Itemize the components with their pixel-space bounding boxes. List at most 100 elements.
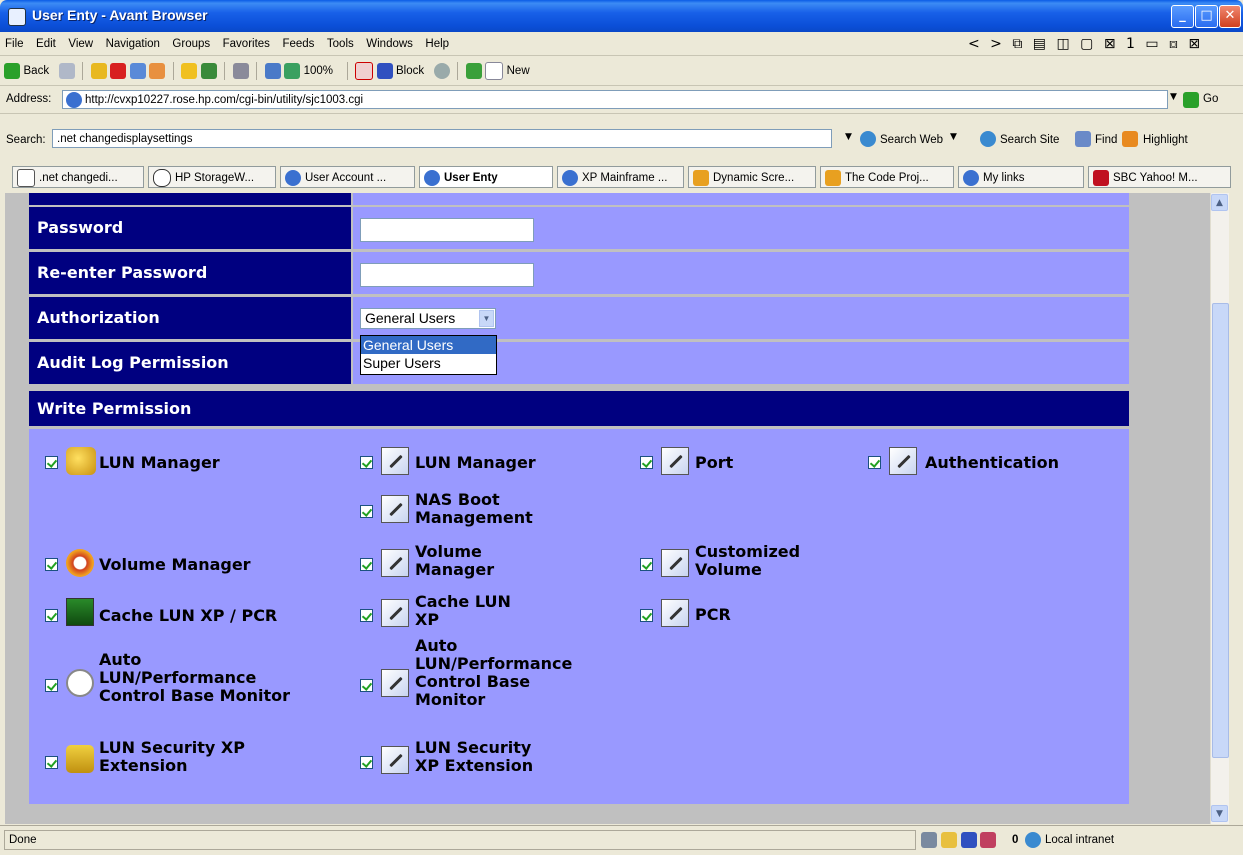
flash-icon[interactable] [465, 63, 482, 79]
wand-icon [381, 447, 409, 475]
favorites-star-icon[interactable] [181, 63, 198, 79]
checkbox-pcr[interactable] [640, 609, 653, 622]
popup-block-icon[interactable] [355, 62, 373, 80]
page-icon[interactable] [264, 63, 281, 79]
search-web-icon[interactable] [860, 131, 876, 147]
status-text: Done [4, 830, 916, 850]
chevron-down-icon[interactable]: ▼ [479, 310, 494, 327]
toolbar-separator [457, 62, 459, 80]
new-button[interactable]: New [507, 56, 530, 86]
address-bar: Address: http://cvxp10227.rose.hp.com/cg… [0, 87, 1243, 114]
previous-row-value [353, 193, 1129, 205]
option-general-users[interactable]: General Users [361, 336, 496, 354]
refresh-icon[interactable] [129, 63, 146, 79]
checkbox-lun-security[interactable] [45, 756, 58, 769]
search-web-dropdown-icon[interactable]: ▼ [950, 132, 957, 142]
option-super-users[interactable]: Super Users [361, 354, 496, 372]
up-arrow-icon[interactable] [90, 63, 107, 79]
tab-xp-mainframe[interactable]: XP Mainframe ... [557, 166, 684, 188]
scroll-down-arrow-icon[interactable]: ▼ [1211, 805, 1228, 822]
password-input[interactable] [360, 218, 534, 242]
tab-code-project[interactable]: The Code Proj... [820, 166, 954, 188]
auto-lun-gauge-icon [66, 669, 94, 697]
scroll-up-arrow-icon[interactable]: ▲ [1211, 194, 1228, 211]
checkbox-customized-volume[interactable] [640, 558, 653, 571]
checkbox-lun-security-2[interactable] [360, 756, 373, 769]
back-button[interactable]: Back [24, 56, 50, 86]
checkbox-lun-manager-2[interactable] [360, 456, 373, 469]
popup-blocker-icon[interactable] [961, 832, 977, 848]
menu-windows[interactable]: Windows [366, 33, 413, 55]
print-icon[interactable] [232, 63, 249, 79]
search-web-button[interactable]: Search Web [880, 134, 943, 146]
perm-volume-manager-2: Volume Manager [415, 542, 495, 579]
reenter-password-input[interactable] [360, 263, 534, 287]
authorization-select[interactable]: General Users ▼ [360, 308, 496, 329]
highlight-icon[interactable] [1122, 131, 1138, 147]
history-icon[interactable] [200, 63, 217, 79]
home-icon[interactable] [149, 63, 166, 79]
search-dropdown-icon[interactable]: ▼ [845, 132, 852, 142]
checkbox-cache-lun-xp[interactable] [360, 609, 373, 622]
menu-edit[interactable]: Edit [36, 33, 56, 55]
forward-arrow-icon[interactable] [58, 63, 75, 79]
highlight-button[interactable]: Highlight [1143, 134, 1188, 146]
search-input[interactable]: .net changedisplaysettings [52, 129, 832, 148]
menu-view[interactable]: View [68, 33, 93, 55]
menu-favorites[interactable]: Favorites [223, 33, 270, 55]
checkbox-lun-manager[interactable] [45, 456, 58, 469]
menu-navigation[interactable]: Navigation [106, 33, 160, 55]
back-arrow-icon[interactable] [4, 63, 20, 79]
block-button[interactable]: Block [396, 56, 424, 86]
search-site-icon[interactable] [980, 131, 996, 147]
go-arrow-icon[interactable] [1183, 92, 1199, 108]
address-label: Address: [6, 93, 52, 105]
checkbox-auto-lun-monitor-2[interactable] [360, 679, 373, 692]
menu-feeds[interactable]: Feeds [282, 33, 314, 55]
ie-page-icon [66, 92, 82, 108]
ad-blocker-icon[interactable] [980, 832, 996, 848]
address-input[interactable]: http://cvxp10227.rose.hp.com/cgi-bin/uti… [62, 90, 1168, 109]
address-dropdown-icon[interactable]: ▼ [1170, 92, 1177, 102]
window-layout-icons[interactable]: < > ⧉ ▤ ◫ ▢ ⊠ 1 ▭ ⧈ ⊠ [968, 33, 1203, 55]
tab-user-enty[interactable]: User Enty [419, 166, 553, 188]
checkbox-nas-boot[interactable] [360, 505, 373, 518]
network-icon[interactable] [921, 832, 937, 848]
find-icon[interactable] [1075, 131, 1091, 147]
vertical-scrollbar[interactable]: ▲ ▼ [1210, 193, 1229, 824]
checkbox-port[interactable] [640, 456, 653, 469]
block-icon[interactable] [376, 63, 393, 79]
go-button[interactable]: Go [1203, 93, 1218, 105]
menu-file[interactable]: File [5, 33, 24, 55]
menu-help[interactable]: Help [425, 33, 449, 55]
maximize-button[interactable]: □ [1195, 5, 1218, 28]
tab-sbc-yahoo[interactable]: SBC Yahoo! M... [1088, 166, 1231, 188]
security-icon[interactable] [941, 832, 957, 848]
checkbox-volume-manager[interactable] [45, 558, 58, 571]
minimize-button[interactable]: _ [1171, 5, 1194, 28]
new-page-icon[interactable] [485, 62, 504, 80]
tab-hp-storage[interactable]: HP StorageW... [148, 166, 276, 188]
tab-my-links[interactable]: My links [958, 166, 1084, 188]
scroll-thumb[interactable] [1212, 303, 1229, 758]
tab-dynamic-screen[interactable]: Dynamic Scre... [688, 166, 816, 188]
tab-user-account[interactable]: User Account ... [280, 166, 415, 188]
gear-icon[interactable] [433, 63, 450, 79]
checkbox-auto-lun-monitor[interactable] [45, 679, 58, 692]
find-button[interactable]: Find [1095, 134, 1117, 146]
checkbox-volume-manager-2[interactable] [360, 558, 373, 571]
zoom-level[interactable]: 100% [304, 56, 333, 86]
checkbox-authentication[interactable] [868, 456, 881, 469]
wand-icon [381, 599, 409, 627]
stop-icon[interactable] [110, 63, 127, 79]
tab-net-changedisplay[interactable]: .net changedi... [12, 166, 144, 188]
menu-tools[interactable]: Tools [327, 33, 354, 55]
close-button[interactable]: ✕ [1219, 5, 1241, 28]
checkbox-cache-lun-pcr[interactable] [45, 609, 58, 622]
ie-page-icon [963, 169, 979, 186]
wand-icon [381, 746, 409, 774]
font-size-icon[interactable] [284, 63, 301, 79]
permissions-panel: LUN Manager Volume Manager Cache LUN XP … [29, 429, 1129, 804]
search-site-button[interactable]: Search Site [1000, 134, 1059, 146]
menu-groups[interactable]: Groups [172, 33, 210, 55]
